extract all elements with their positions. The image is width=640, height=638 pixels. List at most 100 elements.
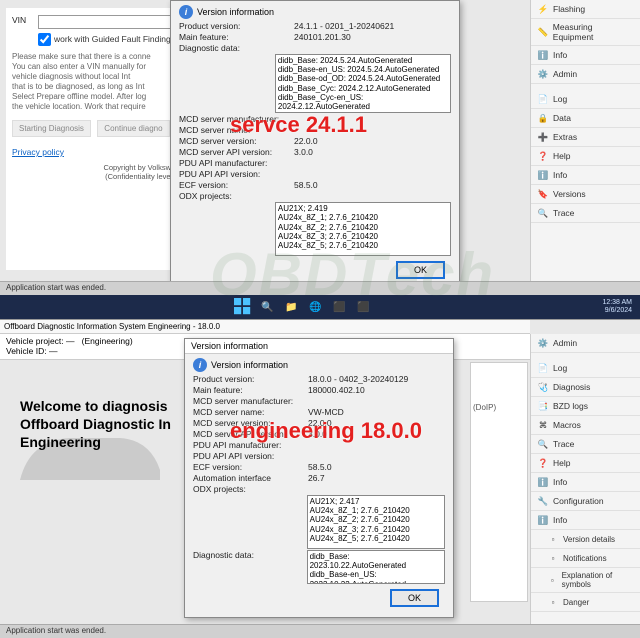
field-label: MCD server version: (179, 136, 294, 146)
extras-icon: ➕ (537, 131, 549, 143)
sidebar-subitem[interactable]: ▫Explanation of symbols (531, 568, 640, 593)
diagnosis-icon: 🩺 (537, 381, 549, 393)
sidebar-item-log[interactable]: 📄Log (531, 90, 640, 109)
sidebar-item-admin[interactable]: ⚙️Admin (531, 334, 640, 353)
windows-taskbar[interactable]: 🔍 📁 🌐 ⬛ ⬛ 12:38 AM9/6/2024 (0, 295, 640, 319)
sidebar-item-flashing[interactable]: ⚡Flashing (531, 0, 640, 19)
field-value: VW-MCD (308, 407, 445, 417)
start-diagnosis-button[interactable]: Starting Diagnosis (12, 120, 91, 137)
vehicle-id-label: Vehicle ID: (6, 346, 47, 356)
guided-checkbox[interactable] (38, 33, 51, 46)
list-item: AU21X; 2.419 (278, 204, 448, 213)
field-label: MCD server name: (193, 407, 308, 417)
sidebar-item-info[interactable]: ℹ️Info (531, 473, 640, 492)
sidebar-item-bzd-logs[interactable]: 📑BZD logs (531, 397, 640, 416)
ok-button[interactable]: OK (396, 261, 445, 279)
field-value: 3.0.0 (294, 147, 451, 157)
field-label: ECF version: (179, 180, 294, 190)
guided-label: work with Guided Fault Finding (54, 34, 171, 44)
sidebar-item-info[interactable]: ℹ️Info (531, 511, 640, 530)
field-label: Product version: (193, 374, 308, 384)
sidebar-item-log[interactable]: 📄Log (531, 359, 640, 378)
vehicle-project-label: Vehicle project: (6, 336, 64, 346)
dialog-title: Version information (191, 341, 268, 351)
ok-button[interactable]: OK (390, 589, 439, 607)
flashing-icon: ⚡ (537, 3, 549, 15)
explorer-icon[interactable]: 📁 (282, 298, 300, 316)
doip-label: (DoIP) (473, 403, 525, 412)
search-icon[interactable]: 🔍 (258, 298, 276, 316)
field-value (294, 43, 451, 53)
data-icon: 🔒 (537, 112, 549, 124)
sidebar-item-diagnosis[interactable]: 🩺Diagnosis (531, 378, 640, 397)
field-label: PDU API manufacturer: (193, 440, 308, 450)
field-label: ODX projects: (179, 191, 294, 201)
field-label: MCD server manufacturer: (179, 114, 294, 124)
sidebar-item-trace[interactable]: 🔍Trace (531, 204, 640, 223)
window-titlebar: Offboard Diagnostic Information System E… (0, 320, 530, 334)
sidebar-subitem[interactable]: ▫Danger (531, 593, 640, 612)
sidebar-item-help[interactable]: ❓Help (531, 454, 640, 473)
start-icon[interactable] (234, 298, 252, 316)
field-label: MCD server API version: (179, 147, 294, 157)
versions-icon: 🔖 (537, 188, 549, 200)
sidebar-item-macros[interactable]: ⌘Macros (531, 416, 640, 435)
field-value: 24.1.1 - 0201_1-20240621 (294, 21, 451, 31)
sidebar-item-extras[interactable]: ➕Extras (531, 128, 640, 147)
odx-list[interactable]: AU21X; 2.419AU24x_8Z_1; 2.7.6_210420AU24… (275, 202, 451, 256)
field-label: PDU API manufacturer: (179, 158, 294, 168)
privacy-link[interactable]: Privacy policy (12, 147, 64, 157)
admin-icon: ⚙️ (537, 68, 549, 80)
odx-list[interactable]: AU21X; 2.417AU24x_8Z_1; 2.7.6_210420AU24… (307, 495, 445, 549)
help-icon: ❓ (537, 150, 549, 162)
field-value (294, 125, 451, 135)
sidebar-subitem[interactable]: ▫Version details (531, 530, 640, 549)
list-item: didb_Base_Cyc-en_US: 2024.2.12.AutoGener… (278, 93, 448, 111)
sidebar-item-info[interactable]: ℹ️Info (531, 166, 640, 185)
field-value (294, 191, 451, 201)
info-icon: i (179, 5, 193, 19)
list-item: AU21X; 2.417 (310, 497, 442, 506)
list-item: didb_Base: 2023.10.22.AutoGenerated (310, 552, 442, 570)
field-label: MCD server version: (193, 418, 308, 428)
list-item: AU24x_8Z_5; 2.7.6_210420 (310, 534, 442, 543)
sidebar-item-versions[interactable]: 🔖Versions (531, 185, 640, 204)
log-icon: 📄 (537, 93, 549, 105)
field-label: Main feature: (193, 385, 308, 395)
field-value: 18.0.0 - 0402_3-20240129 (308, 374, 445, 384)
list-item: AU24x_8Z_2; 2.7.6_210420 (310, 515, 442, 524)
screenshot-bottom: Offboard Diagnostic Information System E… (0, 319, 640, 638)
sidebar-item-admin[interactable]: ⚙️Admin (531, 65, 640, 84)
screenshot-top: VIN work with Guided Fault Finding Pleas… (0, 0, 640, 319)
sidebar-item-info[interactable]: ℹ️Info (531, 46, 640, 65)
sidebar-item-data[interactable]: 🔒Data (531, 109, 640, 128)
list-item: AU24x_8Z_2; 2.7.6_210420 (278, 223, 448, 232)
field-label: PDU API API version: (179, 169, 294, 179)
version-dialog: Version information i Version informatio… (184, 338, 454, 618)
field-label: Diagnostic data: (179, 43, 294, 53)
sidebar-item-measuring-equipment[interactable]: 📏Measuring Equipment (531, 19, 640, 46)
bzd-logs-icon: 📑 (537, 400, 549, 412)
field-value: 240101.201.30 (294, 32, 451, 42)
edge-icon[interactable]: 🌐 (306, 298, 324, 316)
log-icon: 📄 (537, 362, 549, 374)
trace-icon: 🔍 (537, 438, 549, 450)
sidebar-item-configuration[interactable]: 🔧Configuration (531, 492, 640, 511)
list-item: AU24x_8Z_3; 2.7.6_210420 (310, 525, 442, 534)
diag-data-list[interactable]: didb_Base: 2024.5.24.AutoGenerateddidb_B… (275, 54, 451, 113)
list-item: AU24x_8Z_1; 2.7.6_210420 (278, 213, 448, 222)
field-label: MCD server manufacturer: (193, 396, 308, 406)
status-text: Application start was ended. (6, 283, 106, 292)
field-label: Main feature: (179, 32, 294, 42)
sidebar-item-help[interactable]: ❓Help (531, 147, 640, 166)
sidebar-subitem[interactable]: ▫Notifications (531, 549, 640, 568)
sidebar-item-trace[interactable]: 🔍Trace (531, 435, 640, 454)
diag-data-list[interactable]: didb_Base: 2023.10.22.AutoGenerateddidb_… (307, 550, 445, 584)
continue-diagnosis-button[interactable]: Continue diagno (97, 120, 169, 137)
app-icon[interactable]: ⬛ (330, 298, 348, 316)
field-value (294, 158, 451, 168)
help-icon: ❓ (537, 457, 549, 469)
taskbar-clock[interactable]: 12:38 AM9/6/2024 (602, 299, 632, 314)
app-icon-2[interactable]: ⬛ (354, 298, 372, 316)
status-bar: Application start was ended. (0, 281, 640, 295)
